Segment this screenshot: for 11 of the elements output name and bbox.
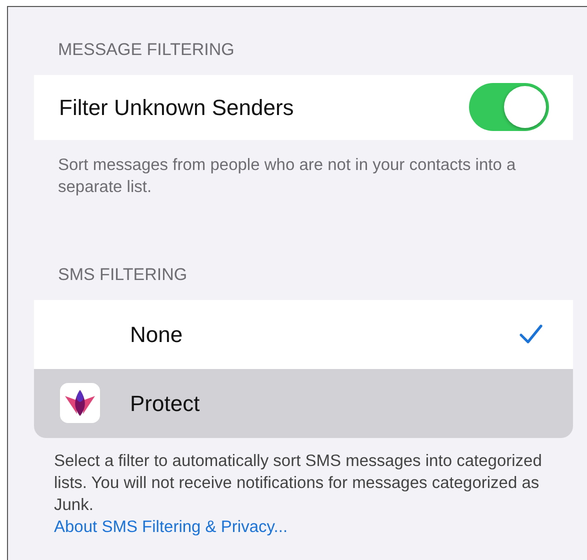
checkmark-icon (519, 324, 543, 344)
toggle-switch[interactable] (469, 83, 549, 131)
description-text: Sort messages from people who are not in your contacts into a separate list. (57, 154, 517, 198)
filter-option[interactable]: Protect (34, 368, 573, 438)
section-header: MESSAGE FILTERING (57, 39, 236, 61)
section-header: SMS FILTERING (57, 264, 188, 286)
lotus-app-icon (60, 383, 100, 424)
filter-option[interactable]: None (34, 300, 573, 369)
privacy-link[interactable]: About SMS Filtering & Privacy... (54, 518, 288, 536)
setting-label: Filter Unknown Senders (59, 94, 295, 122)
description-text: Select a filter to automatically sort SMS messages into categorized lists. You will not receive notifications for messages categorized as Junk. (54, 450, 543, 516)
